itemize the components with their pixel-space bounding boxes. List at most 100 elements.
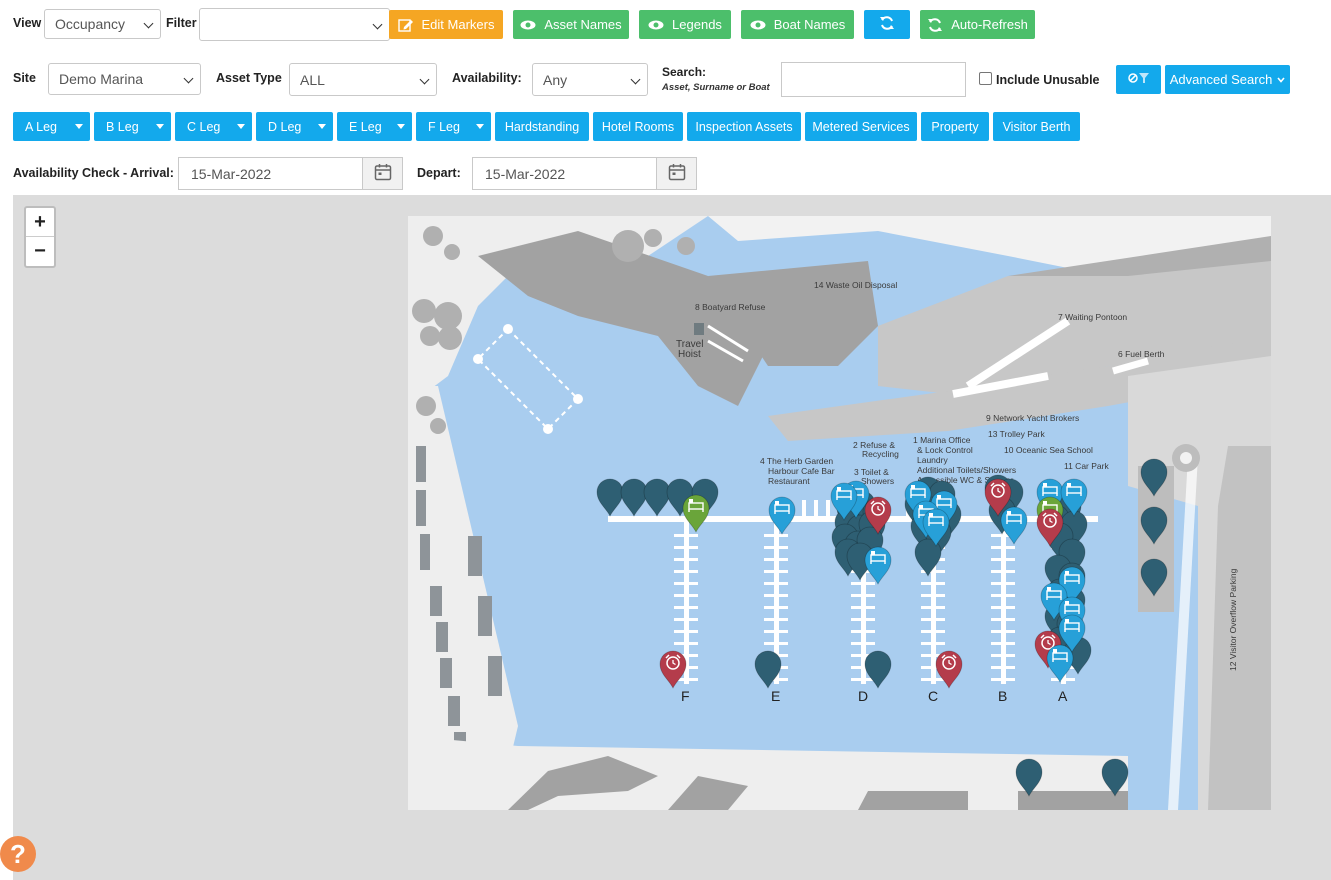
map-label-marina-office-4: Additional Toilets/Showers (917, 465, 1016, 475)
availability-select-value: Any (543, 71, 568, 88)
site-select-value: Demo Marina (59, 71, 144, 87)
leg-e-label: E Leg (349, 119, 382, 134)
calendar-icon (668, 163, 686, 184)
depart-date-input[interactable]: 15-Mar-2022 (472, 157, 658, 190)
leg-f-label: F Leg (428, 119, 460, 134)
visitor-berth-button[interactable]: Visitor Berth (993, 112, 1080, 141)
map-label-car-park: 11 Car Park (1064, 461, 1109, 471)
leg-d-label: D Leg (268, 119, 302, 134)
boatyard-refuse-bin (694, 323, 704, 335)
leg-f-dropdown[interactable]: F Leg (416, 112, 491, 141)
map-label-fuel-berth: 6 Fuel Berth (1118, 349, 1165, 359)
edit-markers-label: Edit Markers (421, 17, 495, 32)
pontoon-letter: D (858, 688, 868, 704)
map-label-marina-office-2: & Lock Control (917, 445, 973, 455)
depart-calendar-button[interactable] (656, 157, 697, 190)
legends-label: Legends (672, 17, 722, 32)
map-label-herb-garden-1: 4 The Herb Garden (760, 456, 833, 466)
view-select-value: Occupancy (55, 16, 126, 32)
zoom-in-button[interactable]: + (26, 208, 54, 237)
chevron-down-icon (372, 19, 383, 29)
filter-clear-icon (1127, 72, 1150, 87)
pontoon-letter: A (1058, 688, 1068, 704)
filter-label: Filter (166, 16, 197, 30)
asset-names-button[interactable]: Asset Names (513, 10, 629, 39)
pontoon-letter: E (771, 688, 780, 704)
depart-label: Depart: (417, 166, 461, 180)
map-label-travel-hoist-2: Hoist (678, 349, 701, 360)
help-icon[interactable]: ? (0, 836, 36, 872)
caret-down-icon (68, 124, 90, 129)
chevron-down-icon (630, 74, 641, 84)
calendar-icon (374, 163, 392, 184)
view-select[interactable]: Occupancy (44, 9, 161, 39)
property-button[interactable]: Property (921, 112, 989, 141)
include-unusable-checkbox[interactable] (979, 72, 992, 85)
arrival-date-input[interactable]: 15-Mar-2022 (178, 157, 364, 190)
metered-services-button[interactable]: Metered Services (805, 112, 917, 141)
eye-icon (520, 20, 536, 30)
caret-down-icon (469, 124, 491, 129)
auto-refresh-button[interactable]: Auto-Refresh (920, 10, 1035, 39)
chevron-down-icon (1277, 76, 1285, 83)
search-input[interactable] (781, 62, 966, 97)
leg-a-label: A Leg (25, 119, 57, 134)
zoom-control: + − (24, 206, 56, 268)
legends-button[interactable]: Legends (639, 10, 731, 39)
eye-icon (648, 20, 664, 30)
search-label: Search: (662, 65, 707, 79)
filter-select[interactable] (199, 8, 390, 41)
edit-icon (397, 18, 414, 32)
edit-markers-button[interactable]: Edit Markers (389, 10, 503, 39)
map-label-waiting-pontoon: 7 Waiting Pontoon (1058, 312, 1127, 322)
chevron-down-icon (143, 18, 154, 29)
refresh-icon (879, 15, 895, 34)
asset-type-select-value: ALL (300, 71, 325, 88)
map-label-boatyard-refuse: 8 Boatyard Refuse (695, 302, 766, 312)
zoom-out-button[interactable]: − (26, 237, 54, 266)
pontoon-letter: F (681, 688, 690, 704)
asset-names-label: Asset Names (544, 17, 622, 32)
auto-refresh-label: Auto-Refresh (951, 17, 1028, 32)
map-label-trolley-park: 13 Trolley Park (988, 429, 1045, 439)
include-unusable-label: Include Unusable (996, 73, 1100, 87)
leg-e-dropdown[interactable]: E Leg (337, 112, 412, 141)
clear-filter-button[interactable] (1116, 65, 1161, 94)
map-label-herb-garden-2: Harbour Cafe Bar (768, 466, 835, 476)
leg-b-dropdown[interactable]: B Leg (94, 112, 171, 141)
caret-down-icon (149, 124, 171, 129)
map-label-herb-garden-3: Restaurant (768, 476, 810, 486)
eye-icon (750, 20, 766, 30)
roundabout-center (1180, 452, 1192, 464)
depart-date-value: 15-Mar-2022 (485, 165, 566, 182)
marina-map[interactable]: 14 Waste Oil Disposal 8 Boatyard Refuse … (408, 216, 1271, 810)
site-label: Site (13, 71, 36, 85)
map-label-yacht-brokers: 9 Network Yacht Brokers (986, 413, 1079, 423)
map-label-marina-office-3: Laundry (917, 455, 948, 465)
map-label-sea-school: 10 Oceanic Sea School (1004, 445, 1093, 455)
advanced-search-button[interactable]: Advanced Search (1165, 65, 1290, 94)
caret-down-icon (230, 124, 252, 129)
leg-a-dropdown[interactable]: A Leg (13, 112, 90, 141)
boat-names-label: Boat Names (773, 17, 846, 32)
hardstanding-button[interactable]: Hardstanding (495, 112, 589, 141)
map-label-waste-oil: 14 Waste Oil Disposal (814, 280, 897, 290)
leg-d-dropdown[interactable]: D Leg (256, 112, 333, 141)
asset-type-select[interactable]: ALL (289, 63, 437, 96)
map-label-overflow-parking: 12 Visitor Overflow Parking (1228, 568, 1238, 671)
asset-type-label: Asset Type (216, 71, 282, 85)
boat-names-button[interactable]: Boat Names (741, 10, 854, 39)
site-select[interactable]: Demo Marina (48, 63, 201, 95)
arrival-calendar-button[interactable] (362, 157, 403, 190)
arrival-label: Availability Check - Arrival: (13, 166, 174, 180)
inspection-assets-button[interactable]: Inspection Assets (687, 112, 801, 141)
view-label: View (13, 16, 42, 30)
caret-down-icon (390, 124, 412, 129)
availability-label: Availability: (452, 71, 522, 85)
search-hint: Asset, Surname or Boat (662, 82, 770, 93)
availability-select[interactable]: Any (532, 63, 648, 96)
refresh-icon (927, 17, 943, 33)
refresh-button[interactable] (864, 10, 910, 39)
hotel-rooms-button[interactable]: Hotel Rooms (593, 112, 683, 141)
leg-c-dropdown[interactable]: C Leg (175, 112, 252, 141)
